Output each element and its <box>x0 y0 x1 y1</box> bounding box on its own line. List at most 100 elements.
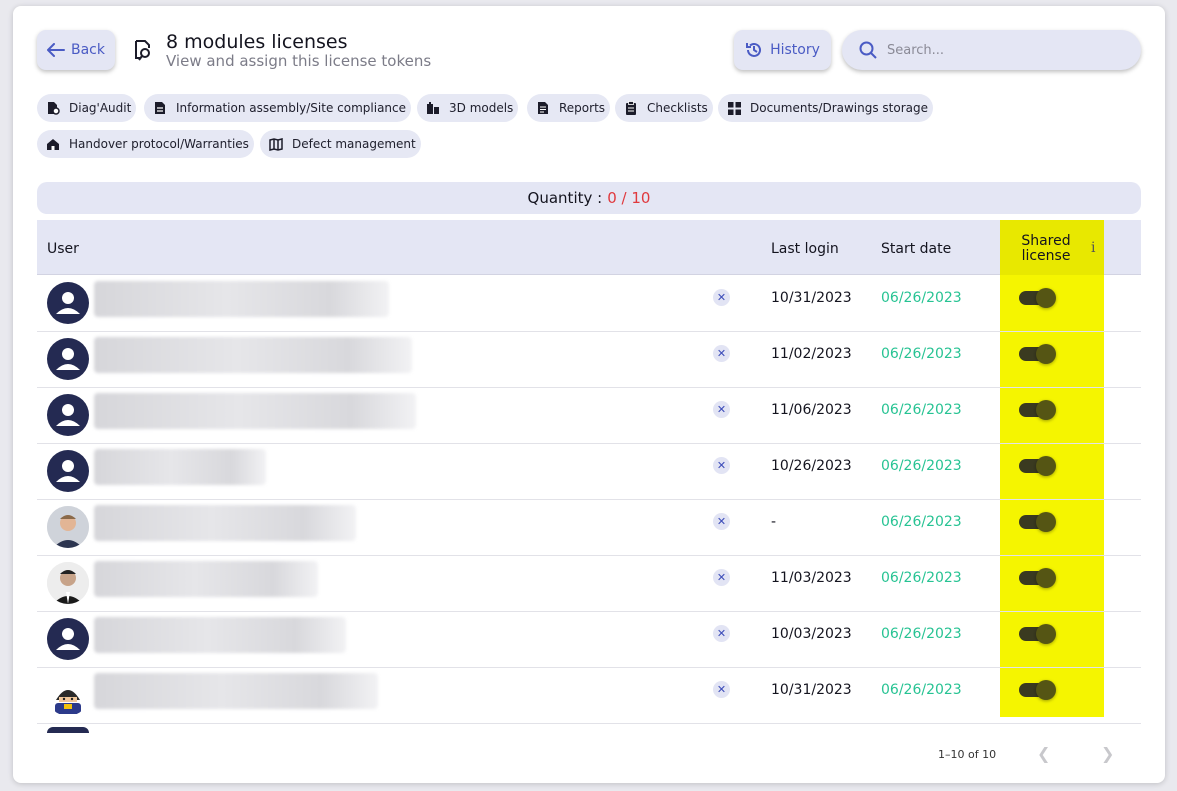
table-row: ✕ 11/03/2023 06/26/2023 <box>37 556 1141 612</box>
shared-license-toggle[interactable] <box>1019 680 1056 700</box>
last-login-cell: 11/02/2023 <box>771 346 852 362</box>
table-row: ✕ 10/03/2023 06/26/2023 <box>37 612 1141 668</box>
history-button[interactable]: History <box>734 30 831 70</box>
module-chip-defect-management[interactable]: Defect management <box>260 130 421 158</box>
table-row: ✕ 10/31/2023 06/26/2023 <box>37 276 1141 332</box>
table-row: ✕ 11/02/2023 06/26/2023 <box>37 332 1141 388</box>
quantity-value: 0 / 10 <box>607 189 651 207</box>
house-icon <box>46 137 60 151</box>
remove-user-icon[interactable]: ✕ <box>713 625 730 642</box>
start-date-cell: 06/26/2023 <box>881 290 962 306</box>
start-date-cell: 06/26/2023 <box>881 570 962 586</box>
search-icon <box>859 41 877 59</box>
avatar <box>47 450 89 492</box>
toggle-knob <box>1036 400 1056 420</box>
toggle-knob <box>1036 288 1056 308</box>
start-date-cell: 06/26/2023 <box>881 458 962 474</box>
chip-label: Defect management <box>292 137 416 151</box>
buildings-icon <box>426 101 440 115</box>
column-start-date[interactable]: Start date <box>881 241 951 257</box>
toggle-knob <box>1036 344 1056 364</box>
shared-license-toggle[interactable] <box>1019 344 1056 364</box>
module-chip-checklists[interactable]: Checklists <box>615 94 713 122</box>
shared-license-toggle[interactable] <box>1019 512 1056 532</box>
quantity-label: Quantity : <box>527 189 603 207</box>
avatar <box>47 618 89 660</box>
table-row: ✕ 11/06/2023 06/26/2023 <box>37 388 1141 444</box>
quantity-bar: Quantity : 0 / 10 <box>37 182 1141 214</box>
info-icon[interactable]: i <box>1091 240 1095 256</box>
page-subtitle: View and assign this license tokens <box>166 52 432 70</box>
column-last-login[interactable]: Last login <box>771 241 839 257</box>
license-card: Back 8 modules licenses View and assign … <box>13 6 1165 783</box>
last-login-cell: 10/31/2023 <box>771 682 852 698</box>
shared-license-toggle[interactable] <box>1019 288 1056 308</box>
remove-user-icon[interactable]: ✕ <box>713 289 730 306</box>
module-chip-3d-models[interactable]: 3D models <box>417 94 519 122</box>
user-name-redacted <box>94 561 318 597</box>
module-chip-information-assembly[interactable]: Information assembly/Site compliance <box>144 94 412 122</box>
shared-license-toggle[interactable] <box>1019 400 1056 420</box>
column-shared-license[interactable]: Shared license <box>1021 234 1071 264</box>
diag-audit-icon <box>46 101 60 115</box>
toggle-knob <box>1036 624 1056 644</box>
user-name-redacted <box>94 617 346 653</box>
toggle-knob <box>1036 456 1056 476</box>
history-label: History <box>770 42 820 58</box>
chip-label: Reports <box>559 101 606 115</box>
table-row: ✕ 10/26/2023 06/26/2023 <box>37 444 1141 500</box>
avatar <box>47 506 89 548</box>
user-name-redacted <box>94 281 389 317</box>
page-title: 8 modules licenses <box>166 31 348 53</box>
user-name-redacted <box>94 505 356 541</box>
toggle-knob <box>1036 512 1056 532</box>
pagination-text: 1–10 of 10 <box>938 748 997 761</box>
start-date-cell: 06/26/2023 <box>881 514 962 530</box>
remove-user-icon[interactable]: ✕ <box>713 569 730 586</box>
search-bar <box>842 30 1141 70</box>
user-name-redacted <box>94 337 412 373</box>
remove-user-icon[interactable]: ✕ <box>713 513 730 530</box>
start-date-cell: 06/26/2023 <box>881 626 962 642</box>
last-login-cell: 10/03/2023 <box>771 626 852 642</box>
column-user[interactable]: User <box>47 241 79 257</box>
search-input[interactable] <box>887 42 1117 58</box>
table-row: ✕ 10/31/2023 06/26/2023 <box>37 668 1141 724</box>
avatar <box>47 727 89 733</box>
user-name-redacted <box>94 393 416 429</box>
module-chip-handover-protocol[interactable]: Handover protocol/Warranties <box>37 130 254 158</box>
remove-user-icon[interactable]: ✕ <box>713 345 730 362</box>
module-chip-documents-drawings[interactable]: Documents/Drawings storage <box>718 94 934 122</box>
shared-license-toggle[interactable] <box>1019 624 1056 644</box>
last-login-cell: 11/06/2023 <box>771 402 852 418</box>
remove-user-icon[interactable]: ✕ <box>713 457 730 474</box>
remove-user-icon[interactable]: ✕ <box>713 401 730 418</box>
checklist-icon <box>624 101 638 115</box>
previous-page-icon[interactable]: ❮ <box>1037 744 1050 763</box>
chip-label: Documents/Drawings storage <box>750 101 929 115</box>
start-date-cell: 06/26/2023 <box>881 682 962 698</box>
document-icon <box>153 101 167 115</box>
user-name-redacted <box>94 449 266 485</box>
avatar <box>47 338 89 380</box>
grid-icon <box>727 101 741 115</box>
back-button[interactable]: Back <box>37 30 115 70</box>
shared-license-toggle[interactable] <box>1019 456 1056 476</box>
report-icon <box>536 101 550 115</box>
module-chip-reports[interactable]: Reports <box>527 94 611 122</box>
map-icon <box>269 137 283 151</box>
table-header: User Last login Start date <box>37 220 1141 275</box>
start-date-cell: 06/26/2023 <box>881 402 962 418</box>
chip-label: 3D models <box>449 101 514 115</box>
license-key-icon <box>135 40 150 61</box>
remove-user-icon[interactable]: ✕ <box>713 681 730 698</box>
chip-label: Handover protocol/Warranties <box>69 137 249 151</box>
shared-license-toggle[interactable] <box>1019 568 1056 588</box>
arrow-left-icon <box>47 43 65 57</box>
user-name-redacted <box>94 673 378 709</box>
chip-label: Information assembly/Site compliance <box>176 101 407 115</box>
last-login-cell: 10/31/2023 <box>771 290 852 306</box>
start-date-cell: 06/26/2023 <box>881 346 962 362</box>
module-chip-diag-audit[interactable]: Diag'Audit <box>37 94 137 122</box>
next-page-icon[interactable]: ❯ <box>1101 744 1114 763</box>
